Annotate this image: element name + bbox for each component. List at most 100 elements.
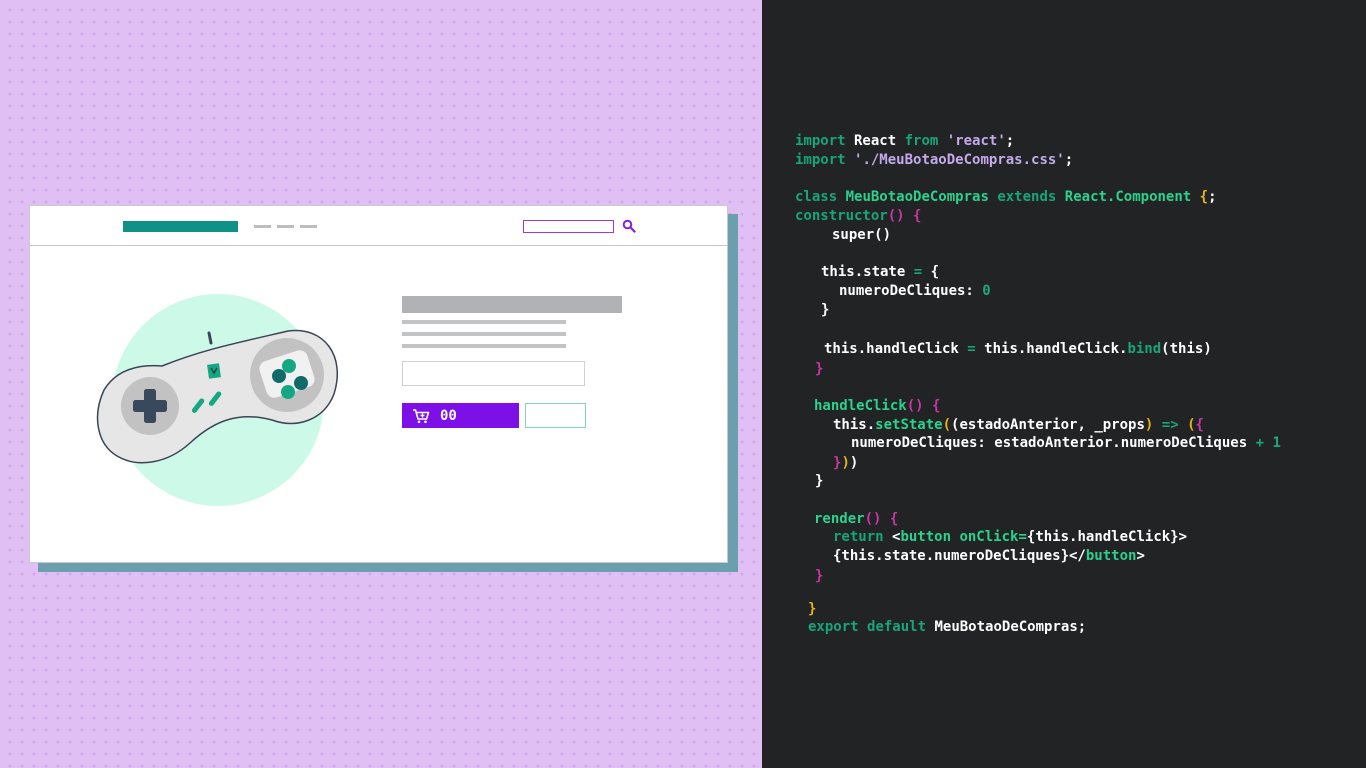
- code-line: render() {: [814, 510, 898, 528]
- code-token: (: [942, 417, 952, 433]
- code-token: }: [815, 361, 824, 377]
- nav-link-placeholder[interactable]: [300, 225, 317, 228]
- code-token: super(): [832, 227, 892, 243]
- code-token: {: [913, 208, 922, 224]
- code-token: {: [1195, 417, 1204, 433]
- code-token: ;: [1064, 152, 1074, 168]
- search-input[interactable]: [523, 220, 614, 233]
- description-line-placeholder: [402, 320, 566, 324]
- code-line: this.state = {: [821, 263, 939, 281]
- search-icon[interactable]: [622, 219, 636, 233]
- code-line: numeroDeCliques: 0: [839, 282, 991, 300]
- code-token: import: [795, 133, 846, 149]
- code-token: (): [864, 511, 882, 527]
- nav-link-placeholder[interactable]: [277, 225, 294, 228]
- code-token: (estadoAnterior, _props: [951, 417, 1145, 433]
- code-token: (): [887, 208, 905, 224]
- code-token: ;: [1005, 133, 1015, 149]
- code-token: button: [900, 529, 952, 545]
- code-token: import: [795, 152, 846, 168]
- description-line-placeholder: [402, 332, 566, 336]
- code-line: })): [833, 454, 858, 472]
- code-line: import './MeuBotaoDeCompras.css';: [795, 151, 1073, 169]
- code-token: extends: [997, 189, 1057, 205]
- code-line: import React from 'react';: [795, 132, 1014, 150]
- code-token: render: [814, 511, 865, 527]
- code-token: }: [821, 302, 830, 318]
- code-token: (: [1187, 417, 1196, 433]
- code-token: return: [833, 529, 884, 545]
- buy-button[interactable]: 00: [402, 403, 519, 428]
- mock-browser-window: 00: [29, 205, 728, 563]
- code-token: {: [932, 398, 941, 414]
- code-token: 1: [1272, 435, 1281, 451]
- code-token: MeuBotaoDeCompras;: [926, 619, 1087, 635]
- code-line: handleClick() {: [814, 397, 940, 415]
- code-token: this.state: [821, 264, 914, 280]
- code-token: setState: [875, 417, 943, 433]
- code-panel: import React from 'react'; import './Meu…: [762, 0, 1366, 768]
- code-token: {: [1199, 189, 1209, 205]
- code-line: }: [821, 301, 829, 319]
- illustration-panel: 00: [0, 0, 762, 768]
- code-line: numeroDeCliques: estadoAnterior.numeroDe…: [851, 434, 1281, 452]
- code-token: }: [815, 568, 824, 584]
- code-token: (): [906, 398, 924, 414]
- code-line: class MeuBotaoDeCompras extends React.Co…: [795, 188, 1217, 206]
- code-line: return <button onClick={this.handleClick…: [833, 528, 1187, 546]
- product-title-placeholder: [402, 296, 622, 313]
- code-token: default: [867, 619, 927, 635]
- secondary-button[interactable]: [525, 403, 586, 428]
- code-token: bind: [1127, 341, 1162, 357]
- nav-link-placeholder[interactable]: [254, 225, 271, 228]
- code-token: this.: [833, 417, 876, 433]
- code-line: this.setState((estadoAnterior, _props) =…: [833, 416, 1204, 434]
- code-token: ): [849, 455, 859, 471]
- code-line: super(): [832, 226, 891, 244]
- gamepad-illustration: [96, 294, 339, 506]
- code-token: numeroDeCliques:: [839, 283, 983, 299]
- code-token: (this): [1161, 341, 1212, 357]
- code-token: this.handleClick.: [975, 341, 1128, 357]
- code-token: constructor: [795, 208, 888, 224]
- logo-placeholder: [123, 221, 238, 232]
- code-token: =>: [1161, 417, 1179, 433]
- code-token: {: [889, 511, 899, 527]
- code-token: {: [922, 264, 940, 280]
- code-token: {this.state.numeroDeCliques}</: [833, 548, 1086, 564]
- code-token: ): [841, 455, 850, 471]
- quantity-input[interactable]: [402, 361, 585, 386]
- click-count: 00: [440, 407, 457, 424]
- code-token: this.handleClick: [824, 341, 968, 357]
- mock-header: [30, 206, 727, 246]
- code-token: }: [815, 473, 824, 489]
- code-token: {this.handleClick}>: [1026, 529, 1188, 545]
- code-token: }: [808, 601, 817, 617]
- code-token: >: [1136, 548, 1145, 564]
- code-token: +: [1255, 435, 1265, 451]
- code-line: }: [815, 472, 823, 490]
- code-token: from: [904, 133, 939, 149]
- code-line: constructor() {: [795, 207, 921, 225]
- code-token: MeuBotaoDeCompras: [845, 189, 989, 205]
- code-token: export: [808, 619, 859, 635]
- code-token: =: [913, 264, 923, 280]
- code-line: this.handleClick = this.handleClick.bind…: [824, 340, 1212, 358]
- code-token: class: [795, 189, 838, 205]
- code-token: =: [967, 341, 976, 357]
- code-token: ;: [1208, 189, 1217, 205]
- cart-icon: [413, 408, 430, 423]
- code-token: './MeuBotaoDeCompras.css': [854, 152, 1065, 168]
- code-token: <: [883, 529, 901, 545]
- code-line: }: [815, 360, 823, 378]
- code-line: {this.state.numeroDeCliques}</button>: [833, 547, 1145, 565]
